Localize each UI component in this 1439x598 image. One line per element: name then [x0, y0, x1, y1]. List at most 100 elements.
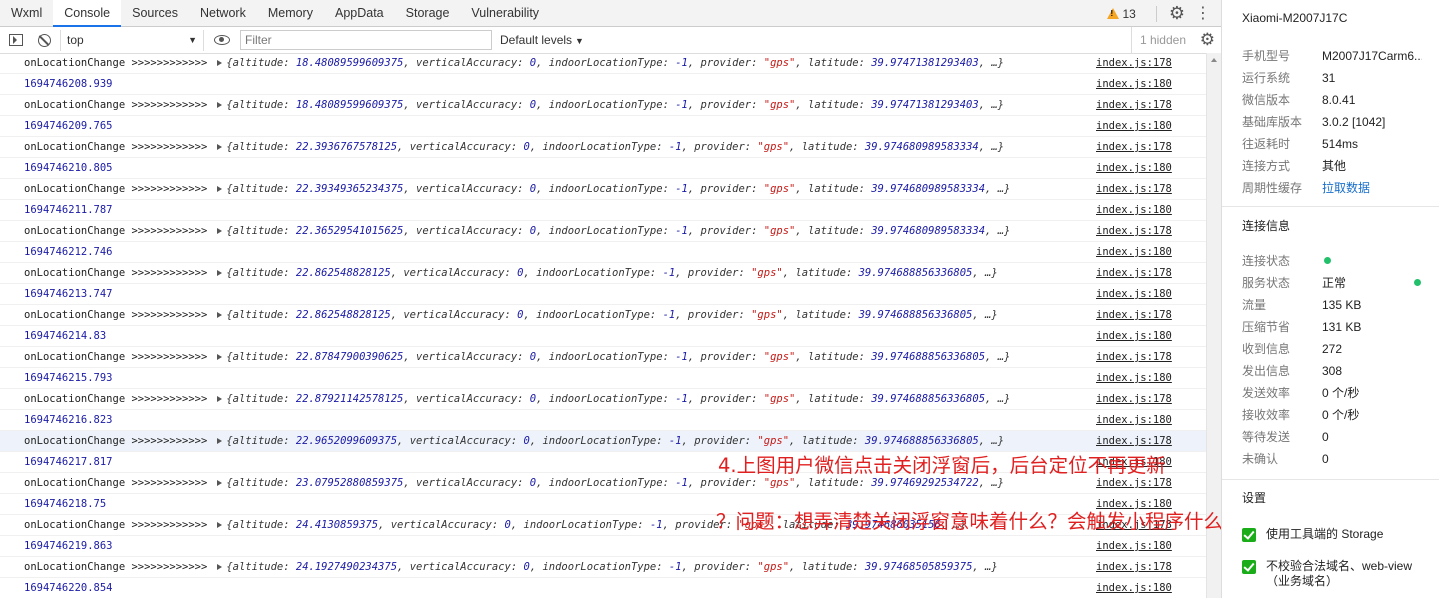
- expand-triangle-icon[interactable]: [217, 270, 223, 276]
- source-link[interactable]: index.js:180: [1096, 158, 1172, 178]
- log-object-preview[interactable]: {altitude: 23.07952880859375, verticalAc…: [226, 477, 1004, 489]
- more-options-icon[interactable]: ⋮: [1195, 0, 1211, 27]
- log-row[interactable]: onLocationChange >>>>>>>>>>>> {altitude: …: [0, 557, 1206, 578]
- source-link[interactable]: index.js:180: [1096, 536, 1172, 556]
- connection-section-title: 连接信息: [1242, 219, 1291, 233]
- clear-console-button[interactable]: [37, 33, 52, 48]
- source-link[interactable]: index.js:180: [1096, 410, 1172, 430]
- log-object-preview[interactable]: {altitude: 22.87921142578125, verticalAc…: [226, 393, 1010, 405]
- source-link[interactable]: index.js:178: [1096, 263, 1172, 283]
- expand-triangle-icon[interactable]: [217, 438, 223, 444]
- log-levels-dropdown[interactable]: Default levels ▼: [500, 33, 584, 47]
- source-link[interactable]: index.js:180: [1096, 200, 1172, 220]
- expand-triangle-icon[interactable]: [217, 564, 223, 570]
- log-object-preview[interactable]: {altitude: 22.862548828125, verticalAccu…: [226, 267, 997, 279]
- log-object-preview[interactable]: {altitude: 18.48089599609375, verticalAc…: [226, 57, 1004, 69]
- log-message: 1694746213.747: [24, 284, 1089, 304]
- scroll-up-arrow-icon[interactable]: [1211, 58, 1217, 62]
- settings-gear-icon[interactable]: ⚙: [1169, 0, 1185, 27]
- source-link[interactable]: index.js:178: [1096, 95, 1172, 115]
- info-value: 272: [1322, 342, 1343, 356]
- log-row[interactable]: onLocationChange >>>>>>>>>>>> {altitude: …: [0, 221, 1206, 242]
- object-token: "gps": [751, 309, 783, 321]
- tab-memory[interactable]: Memory: [257, 0, 324, 26]
- source-link[interactable]: index.js:178: [1096, 557, 1172, 577]
- source-link[interactable]: index.js:180: [1096, 74, 1172, 94]
- tab-storage[interactable]: Storage: [395, 0, 461, 26]
- log-row[interactable]: onLocationChange >>>>>>>>>>>> {altitude: …: [0, 347, 1206, 368]
- source-link[interactable]: index.js:180: [1096, 578, 1172, 598]
- source-link[interactable]: index.js:180: [1096, 368, 1172, 388]
- log-row[interactable]: 1694746210.805 index.js:180: [0, 158, 1206, 179]
- log-object-preview[interactable]: {altitude: 22.36529541015625, verticalAc…: [226, 225, 1010, 237]
- log-row[interactable]: 1694746208.939 index.js:180: [0, 74, 1206, 95]
- source-link[interactable]: index.js:178: [1096, 137, 1172, 157]
- pull-data-link[interactable]: 拉取数据: [1322, 179, 1370, 197]
- tab-vulnerability[interactable]: Vulnerability: [460, 0, 550, 26]
- expand-triangle-icon[interactable]: [217, 144, 223, 150]
- log-object-preview[interactable]: {altitude: 22.3936767578125, verticalAcc…: [226, 141, 1004, 153]
- tab-network[interactable]: Network: [189, 0, 257, 26]
- log-object-preview[interactable]: {altitude: 24.1927490234375, verticalAcc…: [226, 561, 997, 573]
- tab-wxml[interactable]: Wxml: [0, 0, 53, 26]
- expand-triangle-icon[interactable]: [217, 522, 223, 528]
- log-label: onLocationChange >>>>>>>>>>>>: [24, 225, 208, 237]
- context-select[interactable]: top ▼: [60, 29, 204, 51]
- warnings-counter[interactable]: 13: [1106, 7, 1136, 21]
- checkbox-checked-icon[interactable]: [1242, 528, 1256, 542]
- log-row[interactable]: onLocationChange >>>>>>>>>>>> {altitude: …: [0, 179, 1206, 200]
- log-row[interactable]: 1694746216.823 index.js:180: [0, 410, 1206, 431]
- log-row[interactable]: 1694746212.746 index.js:180: [0, 242, 1206, 263]
- expand-triangle-icon[interactable]: [217, 228, 223, 234]
- log-row[interactable]: onLocationChange >>>>>>>>>>>> {altitude: …: [0, 95, 1206, 116]
- log-row[interactable]: onLocationChange >>>>>>>>>>>> {altitude: …: [0, 305, 1206, 326]
- source-link[interactable]: index.js:178: [1096, 347, 1172, 367]
- expand-triangle-icon[interactable]: [217, 396, 223, 402]
- tab-appdata[interactable]: AppData: [324, 0, 395, 26]
- source-link[interactable]: index.js:180: [1096, 242, 1172, 262]
- source-link[interactable]: index.js:180: [1096, 326, 1172, 346]
- log-object-preview[interactable]: {altitude: 22.862548828125, verticalAccu…: [226, 309, 997, 321]
- source-link[interactable]: index.js:180: [1096, 116, 1172, 136]
- log-row[interactable]: 1694746211.787 index.js:180: [0, 200, 1206, 221]
- source-link[interactable]: index.js:178: [1096, 179, 1172, 199]
- source-link[interactable]: index.js:178: [1096, 221, 1172, 241]
- object-token: indoorLocationType:: [536, 267, 663, 279]
- log-row[interactable]: onLocationChange >>>>>>>>>>>> {altitude: …: [0, 53, 1206, 74]
- tab-console[interactable]: Console: [53, 0, 122, 27]
- expand-triangle-icon[interactable]: [217, 312, 223, 318]
- log-object-preview[interactable]: {altitude: 22.9652099609375, verticalAcc…: [226, 435, 1004, 447]
- log-row[interactable]: onLocationChange >>>>>>>>>>>> {altitude: …: [0, 137, 1206, 158]
- log-row[interactable]: 1694746219.863 index.js:180: [0, 536, 1206, 557]
- show-sidebar-button[interactable]: [8, 33, 23, 48]
- log-row[interactable]: onLocationChange >>>>>>>>>>>> {altitude: …: [0, 263, 1206, 284]
- log-row[interactable]: onLocationChange >>>>>>>>>>>> {altitude: …: [0, 389, 1206, 410]
- object-token: provider:: [694, 141, 758, 153]
- log-row[interactable]: 1694746215.793 index.js:180: [0, 368, 1206, 389]
- expand-triangle-icon[interactable]: [217, 60, 223, 66]
- log-object-preview[interactable]: {altitude: 22.87847900390625, verticalAc…: [226, 351, 1010, 363]
- checkbox-checked-icon[interactable]: [1242, 560, 1256, 574]
- expand-triangle-icon[interactable]: [217, 102, 223, 108]
- object-token: 0: [529, 183, 537, 195]
- tab-sources[interactable]: Sources: [121, 0, 189, 26]
- expand-triangle-icon[interactable]: [217, 354, 223, 360]
- source-link[interactable]: index.js:178: [1096, 53, 1172, 73]
- live-expression-eye-icon[interactable]: [214, 35, 230, 45]
- log-object-preview[interactable]: {altitude: 22.39349365234375, verticalAc…: [226, 183, 1010, 195]
- log-row[interactable]: 1694746213.747 index.js:180: [0, 284, 1206, 305]
- log-row[interactable]: 1694746209.765 index.js:180: [0, 116, 1206, 137]
- source-link[interactable]: index.js:178: [1096, 389, 1172, 409]
- console-settings-gear-icon[interactable]: ⚙: [1200, 27, 1215, 53]
- expand-triangle-icon[interactable]: [217, 186, 223, 192]
- object-token: …}: [991, 57, 1005, 69]
- source-link[interactable]: index.js:178: [1096, 305, 1172, 325]
- expand-triangle-icon[interactable]: [217, 480, 223, 486]
- log-row[interactable]: 1694746214.83 index.js:180: [0, 326, 1206, 347]
- info-key: 流量: [1242, 298, 1267, 312]
- log-row[interactable]: 1694746220.854 index.js:180: [0, 578, 1206, 598]
- filter-input[interactable]: [240, 30, 492, 50]
- source-link[interactable]: index.js:178: [1096, 431, 1172, 451]
- log-object-preview[interactable]: {altitude: 18.48089599609375, verticalAc…: [226, 99, 1004, 111]
- source-link[interactable]: index.js:180: [1096, 284, 1172, 304]
